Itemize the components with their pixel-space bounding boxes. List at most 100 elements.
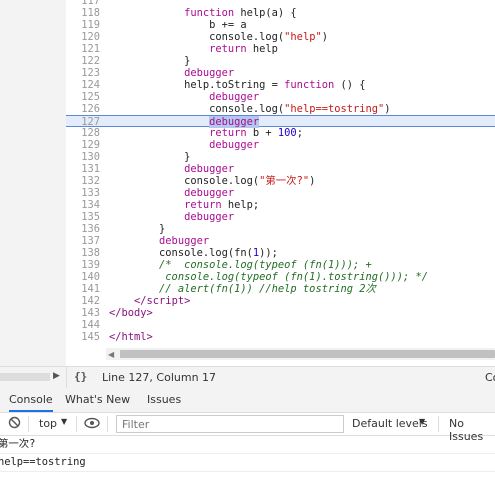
code-line[interactable]: 117 [66, 0, 495, 7]
code-line[interactable]: 131 debugger [66, 163, 495, 175]
code-text: } [109, 151, 191, 163]
line-number[interactable]: 141 [66, 283, 100, 295]
live-expression-eye-icon[interactable] [84, 417, 100, 432]
code-line[interactable]: 133 debugger [66, 187, 495, 199]
code-line[interactable]: 140 console.log(typeof (fn(1).tostring()… [66, 271, 495, 283]
active-code-line[interactable]: 127 debugger [66, 115, 495, 128]
code-line[interactable]: 138 console.log(fn(1)); [66, 247, 495, 259]
code-line[interactable]: 128 return b + 100; [66, 127, 495, 139]
line-number[interactable]: 144 [66, 319, 100, 331]
code-line[interactable]: 125 debugger [66, 91, 495, 103]
navigator-pane [0, 0, 66, 366]
divider [66, 367, 67, 388]
line-number[interactable]: 120 [66, 31, 100, 43]
line-number[interactable]: 135 [66, 211, 100, 223]
scroll-left-arrow-icon[interactable]: ◀ [108, 350, 114, 359]
tab-console[interactable]: Console [9, 393, 53, 412]
console-message: 第一次? [0, 436, 495, 454]
code-text: // alert(fn(1)) //help tostring 2次 [159, 283, 376, 295]
code-line[interactable]: 126 console.log("help==tostring") [66, 103, 495, 115]
line-number[interactable]: 122 [66, 55, 100, 67]
code-line[interactable]: 123 debugger [66, 67, 495, 79]
line-number[interactable]: 128 [66, 127, 100, 139]
chevron-down-icon[interactable]: ▼ [419, 417, 425, 426]
line-number[interactable]: 134 [66, 199, 100, 211]
code-text: console.log("第一次?") [109, 175, 316, 187]
line-number[interactable]: 131 [66, 163, 100, 175]
code-line[interactable]: 137 debugger [66, 235, 495, 247]
code-line[interactable]: 134 return help; [66, 199, 495, 211]
code-text: function help(a) { [184, 7, 297, 19]
code-line[interactable]: 143 </body> [66, 307, 495, 319]
code-text: b += a [109, 19, 247, 31]
code-line[interactable]: 136 } [66, 223, 495, 235]
coverage-label: Co [485, 371, 495, 384]
code-text: debugger [184, 67, 235, 79]
expand-triangle-icon[interactable]: ▶ [53, 371, 60, 381]
filter-input[interactable]: Filter [116, 415, 344, 433]
line-number[interactable]: 119 [66, 19, 100, 31]
code-line[interactable]: 145 </html> [66, 331, 495, 343]
code-text: </body> [109, 307, 153, 319]
line-number[interactable]: 118 [66, 7, 100, 19]
code-text: debugger [159, 235, 210, 247]
code-line[interactable]: 142 </script> [66, 295, 495, 307]
code-text: } [109, 55, 191, 67]
code-text: return help [209, 43, 278, 55]
code-line[interactable]: 141 // alert(fn(1)) //help tostring 2次 [66, 283, 495, 295]
code-text: console.log("help") [109, 31, 328, 43]
line-number[interactable]: 140 [66, 271, 100, 283]
code-line[interactable]: 121 return help [66, 43, 495, 55]
code-line[interactable]: 139 /* console.log(typeof (fn(1))); + [66, 259, 495, 271]
code-line[interactable]: 122 } [66, 55, 495, 67]
code-line[interactable]: 119 b += a [66, 19, 495, 31]
line-number[interactable]: 139 [66, 259, 100, 271]
clear-console-icon[interactable] [8, 416, 21, 432]
code-line[interactable]: 132 console.log("第一次?") [66, 175, 495, 187]
chevron-down-icon[interactable]: ▼ [61, 417, 67, 426]
scrollbar-thumb[interactable] [120, 350, 495, 358]
line-number[interactable]: 117 [66, 0, 100, 7]
line-number[interactable]: 136 [66, 223, 100, 235]
navigator-scrollbar[interactable] [0, 373, 50, 381]
divider [107, 416, 108, 432]
line-number[interactable]: 138 [66, 247, 100, 259]
code-text: help.toString = function () { [109, 79, 366, 91]
code-line[interactable]: 118 function help(a) { [66, 7, 495, 19]
code-line[interactable]: 144 [66, 319, 495, 331]
line-number[interactable]: 129 [66, 139, 100, 151]
line-number[interactable]: 132 [66, 175, 100, 187]
code-text: return help; [184, 199, 260, 211]
code-line[interactable]: 129 debugger [66, 139, 495, 151]
tab-issues[interactable]: Issues [147, 393, 181, 406]
code-text: debugger [184, 187, 235, 199]
line-number[interactable]: 130 [66, 151, 100, 163]
line-number[interactable]: 143 [66, 307, 100, 319]
line-number[interactable]: 125 [66, 91, 100, 103]
line-number[interactable]: 137 [66, 235, 100, 247]
code-text: console.log(fn(1)); [109, 247, 278, 259]
code-text: console.log(typeof (fn(1).tostring())); … [109, 271, 429, 283]
line-number[interactable]: 123 [66, 67, 100, 79]
log-levels-dropdown[interactable]: Default levels [352, 417, 428, 430]
code-line[interactable]: 135 debugger [66, 211, 495, 223]
line-number[interactable]: 126 [66, 103, 100, 115]
line-number[interactable]: 121 [66, 43, 100, 55]
drawer-tab-bar: Console What's New Issues [0, 388, 495, 413]
code-line[interactable]: 120 console.log("help") [66, 31, 495, 43]
editor-horizontal-scrollbar[interactable]: ◀ [106, 348, 495, 360]
cursor-position: Line 127, Column 17 [102, 371, 217, 384]
line-number[interactable]: 133 [66, 187, 100, 199]
code-text: console.log("help==tostring") [109, 103, 391, 115]
code-editor[interactable]: 117 118 function help(a) {119 b += a 120 c… [66, 0, 495, 346]
line-number[interactable]: 142 [66, 295, 100, 307]
context-selector[interactable]: top [39, 417, 57, 430]
code-line[interactable]: 130 } [66, 151, 495, 163]
code-line[interactable]: 124 help.toString = function () { [66, 79, 495, 91]
tab-whats-new[interactable]: What's New [65, 393, 130, 406]
editor-status-bar: ▶ {} Line 127, Column 17 Co [0, 366, 495, 388]
line-number[interactable]: 145 [66, 331, 100, 343]
code-text: debugger [184, 163, 235, 175]
pretty-print-icon[interactable]: {} [74, 370, 87, 383]
line-number[interactable]: 124 [66, 79, 100, 91]
